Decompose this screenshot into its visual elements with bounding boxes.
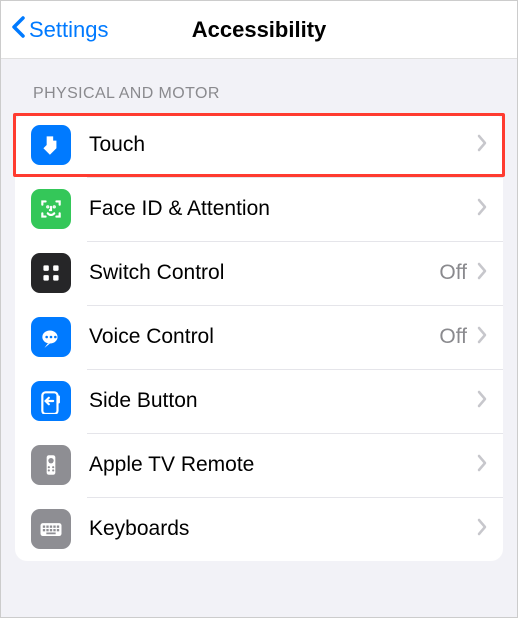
chevron-right-icon (477, 454, 487, 477)
nav-bar: Settings Accessibility (1, 1, 517, 59)
face-id-icon (31, 189, 71, 229)
chevron-left-icon (11, 16, 27, 44)
chevron-right-icon (477, 198, 487, 221)
row-label: Apple TV Remote (89, 453, 477, 477)
row-face-id[interactable]: Face ID & Attention (15, 177, 503, 241)
side-button-icon (31, 381, 71, 421)
section-header: PHYSICAL AND MOTOR (1, 79, 517, 113)
row-label: Face ID & Attention (89, 197, 477, 221)
content-area: PHYSICAL AND MOTOR Touch Face ID & Atten… (1, 59, 517, 617)
apple-tv-remote-icon (31, 445, 71, 485)
row-label: Switch Control (89, 261, 439, 285)
chevron-right-icon (477, 134, 487, 157)
row-side-button[interactable]: Side Button (15, 369, 503, 433)
settings-list: Touch Face ID & Attention Switch Control… (15, 113, 503, 561)
keyboard-icon (31, 509, 71, 549)
row-voice-control[interactable]: Voice Control Off (15, 305, 503, 369)
row-label: Keyboards (89, 517, 477, 541)
back-label: Settings (29, 17, 109, 43)
back-button[interactable]: Settings (11, 16, 109, 44)
row-touch[interactable]: Touch (13, 113, 505, 177)
chevron-right-icon (477, 326, 487, 349)
row-switch-control[interactable]: Switch Control Off (15, 241, 503, 305)
row-apple-tv-remote[interactable]: Apple TV Remote (15, 433, 503, 497)
row-keyboards[interactable]: Keyboards (15, 497, 503, 561)
row-label: Touch (89, 133, 477, 157)
chevron-right-icon (477, 262, 487, 285)
row-label: Side Button (89, 389, 477, 413)
row-label: Voice Control (89, 325, 439, 349)
switch-control-icon (31, 253, 71, 293)
row-value: Off (439, 325, 467, 349)
voice-control-icon (31, 317, 71, 357)
chevron-right-icon (477, 390, 487, 413)
row-value: Off (439, 261, 467, 285)
chevron-right-icon (477, 518, 487, 541)
page-title: Accessibility (192, 17, 327, 43)
touch-icon (31, 125, 71, 165)
